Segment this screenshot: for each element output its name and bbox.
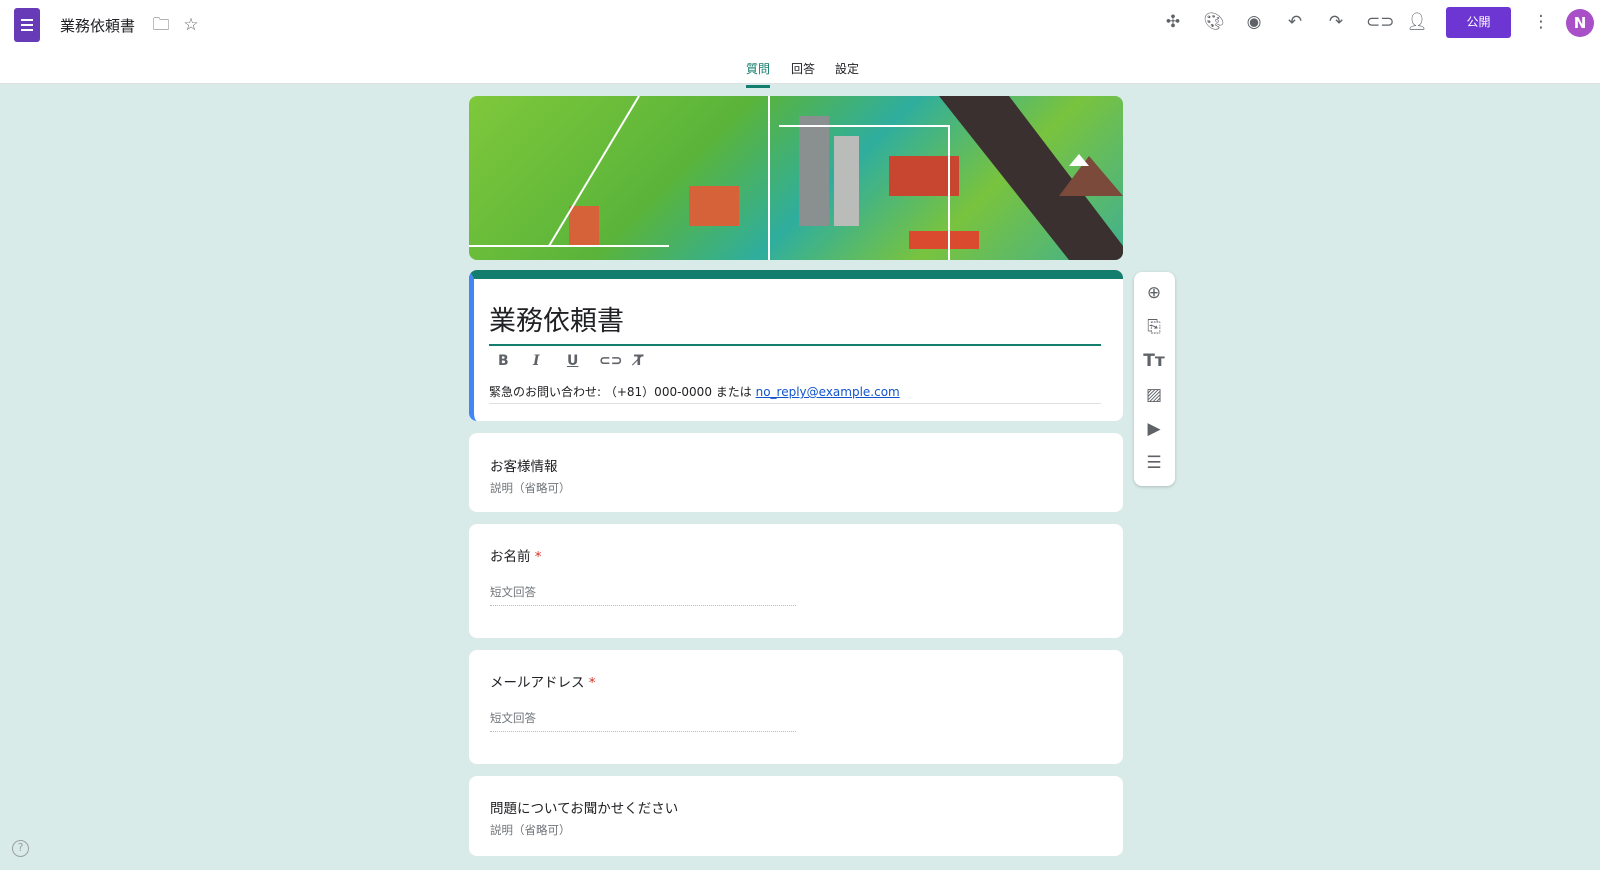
section-description[interactable]: 説明（省略可） xyxy=(490,480,571,496)
preview-eye-icon[interactable]: ◉ xyxy=(1243,11,1265,33)
form-description-input[interactable]: 緊急のお問い合わせ: （+81）000-0000 または no_reply@ex… xyxy=(489,383,1101,404)
help-icon[interactable]: ? xyxy=(12,840,29,857)
add-image-icon[interactable]: ▨ xyxy=(1143,384,1165,406)
publish-button[interactable]: 公開 xyxy=(1446,7,1511,38)
add-title-icon[interactable]: Tт xyxy=(1143,350,1165,372)
form-title-input[interactable]: 業務依頼書 xyxy=(489,299,1101,346)
description-text: 緊急のお問い合わせ: （+81）000-0000 または xyxy=(489,385,756,399)
section-card[interactable]: 問題についてお聞かせください 説明（省略可） xyxy=(469,776,1123,856)
import-questions-icon[interactable]: ⎘ xyxy=(1143,316,1165,338)
add-section-icon[interactable]: ☰ xyxy=(1143,452,1165,474)
section-title[interactable]: 問題についてお聞かせください xyxy=(490,797,678,817)
required-marker: * xyxy=(534,549,542,565)
top-bar: 業務依頼書 🗀 ☆ ✣ 🎨︎ ◉ ↶ ↷ ⊂⊃ 👤︎ 公開 ⋮ N 質問 回答 … xyxy=(0,0,1600,88)
tab-settings[interactable]: 設定 xyxy=(835,60,859,85)
email-link[interactable]: no_reply@example.com xyxy=(756,385,900,399)
short-answer-field: 短文回答 xyxy=(490,710,796,732)
question-toolbar: ⊕ ⎘ Tт ▨ ▶ ☰ xyxy=(1134,272,1175,486)
question-title: メールアドレス * xyxy=(490,675,596,691)
tab-responses[interactable]: 回答 xyxy=(791,60,815,85)
undo-icon[interactable]: ↶ xyxy=(1284,11,1306,33)
add-collaborator-icon[interactable]: 👤︎ xyxy=(1406,11,1428,33)
add-question-icon[interactable]: ⊕ xyxy=(1143,282,1165,304)
more-options-icon[interactable]: ⋮ xyxy=(1530,11,1552,33)
section-title[interactable]: お客様情報 xyxy=(490,455,558,475)
short-answer-field: 短文回答 xyxy=(490,584,796,606)
section-description[interactable]: 説明（省略可） xyxy=(490,822,571,838)
add-video-icon[interactable]: ▶ xyxy=(1143,418,1165,440)
question-card[interactable]: メールアドレス * 短文回答 xyxy=(469,650,1123,764)
tab-questions[interactable]: 質問 xyxy=(746,60,771,88)
bold-button[interactable]: B xyxy=(498,353,509,369)
redo-icon[interactable]: ↷ xyxy=(1325,11,1347,33)
section-card[interactable]: お客様情報 説明（省略可） xyxy=(469,433,1123,512)
addons-puzzle-icon[interactable]: ✣ xyxy=(1162,11,1184,33)
document-title[interactable]: 業務依頼書 xyxy=(60,15,135,36)
palette-icon[interactable]: 🎨︎ xyxy=(1203,11,1225,33)
avatar[interactable]: N xyxy=(1566,9,1594,37)
underline-button[interactable]: U xyxy=(567,353,578,369)
required-marker: * xyxy=(588,675,596,691)
insert-link-icon[interactable]: ⊂⊃ xyxy=(599,353,622,369)
question-card[interactable]: お名前 * 短文回答 xyxy=(469,524,1123,638)
star-icon[interactable]: ☆ xyxy=(180,14,202,36)
form-header-card[interactable]: 業務依頼書 B I U ⊂⊃ T̸ 緊急のお問い合わせ: （+81）000-00… xyxy=(469,270,1123,421)
italic-button[interactable]: I xyxy=(533,353,540,369)
folder-icon[interactable]: 🗀 xyxy=(150,14,172,36)
question-title: お名前 * xyxy=(490,549,542,565)
header-banner-image xyxy=(469,96,1123,260)
link-icon[interactable]: ⊂⊃ xyxy=(1366,11,1395,33)
forms-logo-icon[interactable] xyxy=(14,8,40,42)
clear-formatting-icon[interactable]: T̸ xyxy=(634,353,644,369)
